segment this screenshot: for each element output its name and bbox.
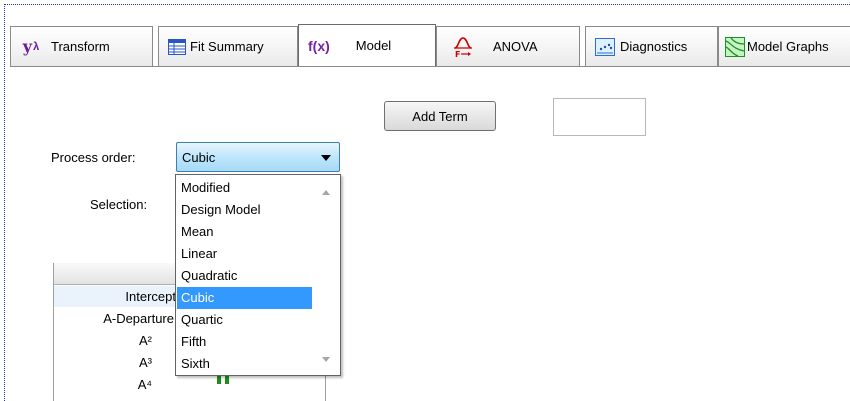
term-input[interactable] (553, 98, 646, 136)
tab-label: ANOVA (493, 39, 538, 54)
tab-label: Fit Summary (190, 39, 264, 54)
process-order-select[interactable]: Cubic (176, 142, 340, 172)
dropdown-option-sixth[interactable]: Sixth (177, 353, 312, 375)
term-name: A³ (139, 355, 152, 370)
f-distribution-icon: F (453, 36, 473, 58)
term-name: A⁴ (137, 377, 152, 392)
process-order-value: Cubic (182, 149, 216, 165)
dropdown-scrollbar[interactable] (313, 176, 339, 374)
tab-label: Model (355, 38, 392, 53)
dropdown-option-modified[interactable]: Modified (177, 177, 312, 199)
chevron-down-icon (321, 155, 331, 161)
term-name: A-Departure (103, 311, 174, 326)
table-row[interactable]: A-Departure (54, 308, 174, 329)
tab-label: Model Graphs (747, 39, 829, 54)
table-row[interactable]: A⁴ (54, 374, 152, 395)
scatter-plot-icon (595, 37, 615, 56)
tab-model-graphs[interactable]: Model Graphs (718, 26, 850, 66)
table-row[interactable]: A² (54, 330, 152, 351)
dropdown-option-quadratic[interactable]: Quadratic (177, 265, 312, 287)
tab-anova[interactable]: F ANOVA (436, 26, 580, 66)
tab-divider (10, 66, 850, 67)
dropdown-option-fifth[interactable]: Fifth (177, 331, 312, 353)
dropdown-option-quartic[interactable]: Quartic (177, 309, 312, 331)
tab-fit-summary[interactable]: Fit Summary (158, 26, 298, 66)
scroll-up-icon[interactable] (322, 190, 330, 195)
selection-label: Selection: (90, 197, 148, 212)
tab-diagnostics[interactable]: Diagnostics (585, 26, 718, 66)
add-term-button[interactable]: Add Term (384, 101, 496, 131)
table-row[interactable]: A³ (54, 352, 152, 373)
tab-model[interactable]: f(x) Model (298, 24, 436, 66)
tab-label: Transform (51, 39, 110, 54)
term-name: Intercept (125, 289, 176, 304)
contour-graph-icon (725, 36, 745, 57)
tab-label: Diagnostics (620, 39, 688, 54)
process-order-dropdown[interactable]: Modified Design Model Mean Linear Quadra… (175, 174, 341, 376)
y-lambda-icon: yλ (22, 37, 40, 56)
term-name: A² (139, 333, 152, 348)
process-order-label: Process order: (51, 150, 136, 165)
scroll-down-icon[interactable] (322, 357, 330, 362)
table-row[interactable]: Intercept (54, 286, 176, 307)
svg-text:F: F (455, 50, 460, 58)
tab-transform[interactable]: yλ Transform (10, 26, 153, 66)
fx-icon: f(x) (308, 37, 330, 54)
dropdown-option-mean[interactable]: Mean (177, 221, 312, 243)
dropdown-option-cubic[interactable]: Cubic (177, 287, 312, 309)
dropdown-option-design-model[interactable]: Design Model (177, 199, 312, 221)
table-grid-icon (168, 38, 186, 55)
dropdown-option-linear[interactable]: Linear (177, 243, 312, 265)
